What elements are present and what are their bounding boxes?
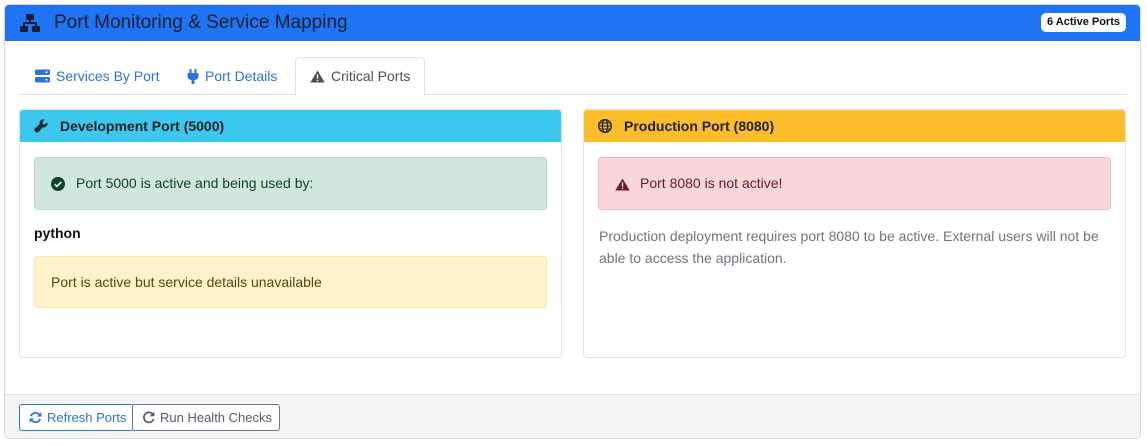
inactive-status-alert: Port 8080 is not active! [598,157,1111,210]
refresh-icon [29,412,42,423]
tab-label: Services By Port [56,68,160,84]
wrench-icon [34,119,48,133]
production-description: Production deployment requires port 8080… [599,228,1099,266]
redo-icon [143,411,155,424]
plug-icon [187,68,199,84]
warning-icon [310,70,325,83]
development-port-header: Development Port (5000) [20,110,561,142]
service-details-text: Port is active but service details unava… [51,274,322,290]
network-icon [20,14,40,32]
warning-icon [615,178,630,191]
tab-services-by-port[interactable]: Services By Port [35,57,159,95]
inactive-status-text: Port 8080 is not active! [640,175,783,191]
tab-critical-ports[interactable]: Critical Ports [295,57,426,96]
service-details-alert: Port is active but service details unava… [34,256,547,308]
card-footer: Refresh Ports Run Health Checks [5,394,1140,438]
run-health-checks-button[interactable]: Run Health Checks [132,404,280,431]
tab-label: Critical Ports [331,68,411,84]
run-health-checks-label: Run Health Checks [160,410,272,425]
refresh-ports-button[interactable]: Refresh Ports [19,404,135,431]
card-header: Port Monitoring & Service Mapping 6 Acti… [5,5,1140,41]
production-port-panel: Production Port (8080) Port 8080 is not … [583,109,1126,358]
check-circle-icon [51,177,65,191]
production-port-header: Production Port (8080) [584,110,1125,142]
tab-label: Port Details [205,68,278,84]
tab-bar: Services By Port Port Details Critical P… [19,57,1127,96]
refresh-ports-label: Refresh Ports [47,410,127,425]
server-icon [35,69,50,83]
page-title: Port Monitoring & Service Mapping [54,12,348,33]
process-name: python [34,225,81,241]
development-port-title: Development Port (5000) [60,118,225,134]
active-ports-badge: 6 Active Ports [1041,13,1126,32]
globe-icon [598,119,612,133]
development-port-panel: Development Port (5000) Port 5000 is act… [19,109,562,358]
tab-port-details[interactable]: Port Details [187,57,277,95]
production-port-title: Production Port (8080) [624,118,775,134]
port-monitoring-card: Port Monitoring & Service Mapping 6 Acti… [4,4,1141,439]
active-status-text: Port 5000 is active and being used by: [76,175,314,191]
active-status-alert: Port 5000 is active and being used by: [34,157,547,210]
